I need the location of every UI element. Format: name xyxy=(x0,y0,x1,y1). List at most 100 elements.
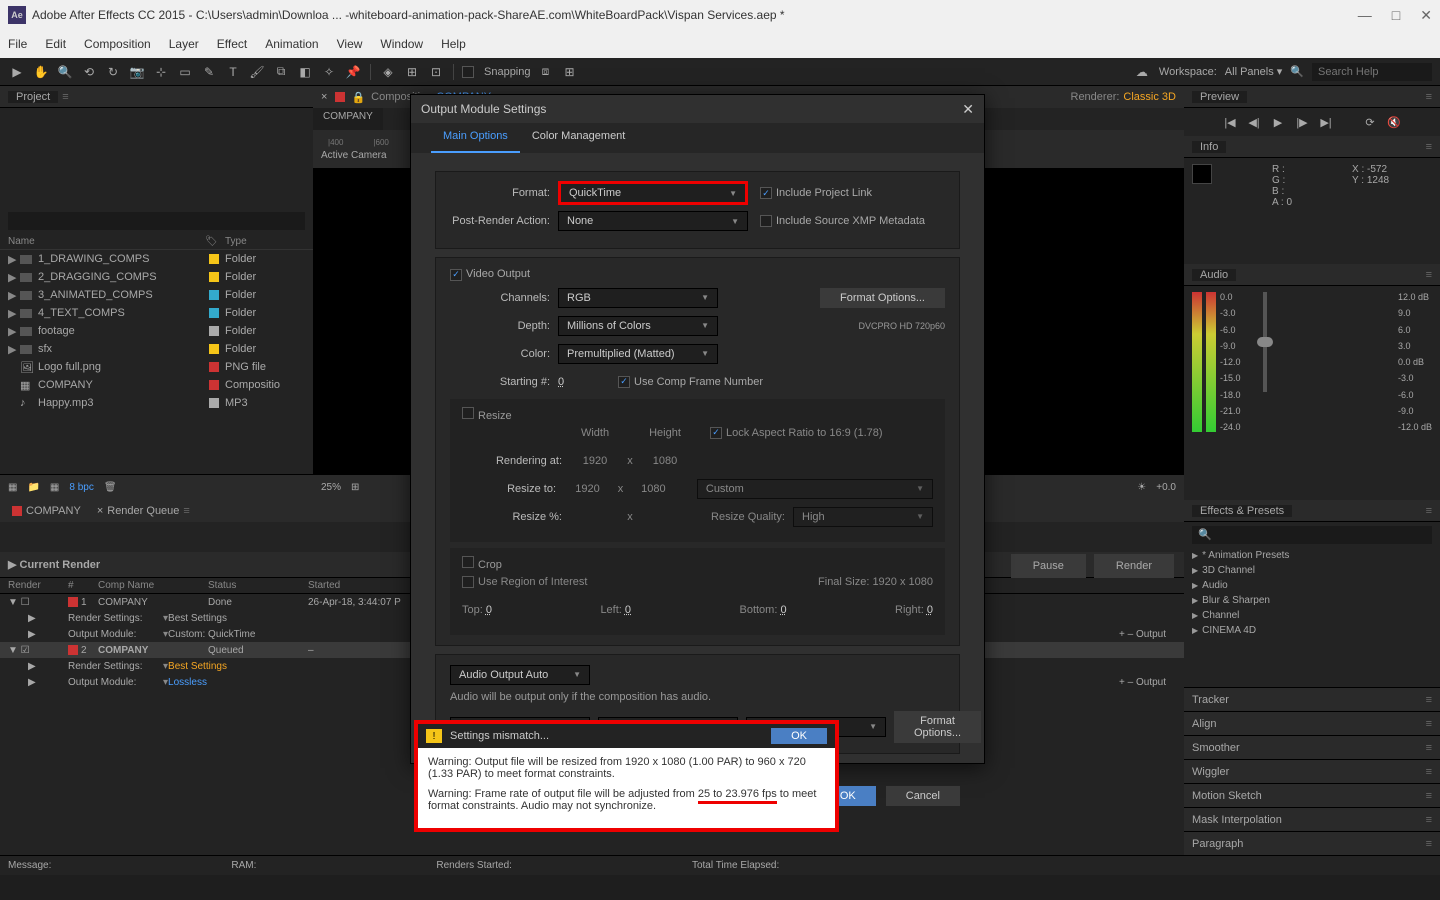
timeline-tab-company[interactable]: COMPANY xyxy=(4,502,89,520)
workspace-dropdown[interactable]: All Panels ▾ xyxy=(1225,65,1283,78)
list-item[interactable]: ▶2_DRAGGING_COMPSFolder xyxy=(0,268,313,286)
format-dropdown[interactable]: QuickTime▼ xyxy=(558,181,748,205)
lock-aspect-checkbox[interactable] xyxy=(710,427,722,439)
resize-quality-dropdown[interactable]: High▼ xyxy=(793,507,933,527)
eraser-tool-icon[interactable]: ◧ xyxy=(296,63,314,81)
col-started[interactable]: Started xyxy=(308,580,408,591)
menu-composition[interactable]: Composition xyxy=(84,37,151,51)
align-panel[interactable]: Align≡ xyxy=(1184,711,1440,735)
menu-layer[interactable]: Layer xyxy=(169,37,199,51)
menu-effect[interactable]: Effect xyxy=(217,37,247,51)
new-folder-icon[interactable]: 📁 xyxy=(27,482,39,493)
motion-sketch-panel[interactable]: Motion Sketch≡ xyxy=(1184,783,1440,807)
delete-icon[interactable]: 🗑 xyxy=(104,482,117,493)
channels-dropdown[interactable]: RGB▼ xyxy=(558,288,718,308)
exposure-value[interactable]: +0.0 xyxy=(1156,482,1176,493)
renderer-value[interactable]: Classic 3D xyxy=(1123,91,1176,103)
warning-ok-button[interactable]: OK xyxy=(771,728,827,744)
col-status[interactable]: Status xyxy=(208,580,308,591)
audio-output-dropdown[interactable]: Audio Output Auto▼ xyxy=(450,665,590,685)
search-help-input[interactable] xyxy=(1312,63,1432,81)
audio-slider[interactable] xyxy=(1263,292,1267,392)
view-axis-icon[interactable]: ⊡ xyxy=(427,63,445,81)
minimize-button[interactable]: — xyxy=(1358,7,1372,24)
first-frame-icon[interactable]: |◀ xyxy=(1221,114,1239,130)
cancel-button[interactable]: Cancel xyxy=(886,786,960,806)
orbit-tool-icon[interactable]: ⟲ xyxy=(80,63,98,81)
menu-file[interactable]: File xyxy=(8,37,27,51)
menu-edit[interactable]: Edit xyxy=(45,37,66,51)
include-link-checkbox[interactable] xyxy=(760,187,772,199)
list-item[interactable]: ▶1_DRAWING_COMPSFolder xyxy=(0,250,313,268)
maximize-button[interactable]: □ xyxy=(1392,7,1400,24)
list-item[interactable]: ▶3_ANIMATED_COMPSFolder xyxy=(0,286,313,304)
close-button[interactable]: ✕ xyxy=(1420,7,1432,24)
adobe-sync-icon[interactable]: ☁ xyxy=(1133,63,1151,81)
audio-tab[interactable]: Audio xyxy=(1192,269,1236,281)
col-render[interactable]: Render xyxy=(8,580,68,591)
new-comp-icon[interactable]: ▦ xyxy=(50,482,59,493)
effects-search-input[interactable] xyxy=(1192,526,1432,544)
list-item[interactable]: 🖼Logo full.pngPNG file xyxy=(0,358,313,376)
info-tab[interactable]: Info xyxy=(1192,141,1226,153)
last-frame-icon[interactable]: ▶| xyxy=(1317,114,1335,130)
snap-grid-icon[interactable]: ⊞ xyxy=(561,63,579,81)
col-comp-name[interactable]: Comp Name xyxy=(98,580,208,591)
color-dropdown[interactable]: Premultiplied (Matted)▼ xyxy=(558,344,718,364)
paragraph-panel[interactable]: Paragraph≡ xyxy=(1184,831,1440,855)
tab-color-management[interactable]: Color Management xyxy=(520,123,638,153)
prev-frame-icon[interactable]: ◀| xyxy=(1245,114,1263,130)
tracker-panel[interactable]: Tracker≡ xyxy=(1184,687,1440,711)
list-item[interactable]: ♪Happy.mp3MP3 xyxy=(0,394,313,412)
clone-tool-icon[interactable]: ⧉ xyxy=(272,63,290,81)
mask-interpolation-panel[interactable]: Mask Interpolation≡ xyxy=(1184,807,1440,831)
effects-item[interactable]: Audio xyxy=(1184,578,1440,593)
effects-item[interactable]: * Animation Presets xyxy=(1184,548,1440,563)
timeline-tab-render-queue[interactable]: ×Render Queue≡ xyxy=(89,502,198,520)
list-item[interactable]: ▦COMPANYCompositio xyxy=(0,376,313,394)
camera-tool-icon[interactable]: 📷 xyxy=(128,63,146,81)
crop-checkbox[interactable] xyxy=(462,556,474,568)
next-frame-icon[interactable]: |▶ xyxy=(1293,114,1311,130)
roto-tool-icon[interactable]: ✧ xyxy=(320,63,338,81)
mute-icon[interactable]: 🔇 xyxy=(1385,114,1403,130)
col-type-header[interactable]: Type xyxy=(225,236,305,247)
selection-tool-icon[interactable]: ▶ xyxy=(8,63,26,81)
effects-item[interactable]: CINEMA 4D xyxy=(1184,623,1440,638)
project-tab[interactable]: Project xyxy=(8,91,58,103)
resize-preset-dropdown[interactable]: Custom▼ xyxy=(697,479,933,499)
local-axis-icon[interactable]: ◈ xyxy=(379,63,397,81)
project-search-input[interactable] xyxy=(8,212,305,230)
list-item[interactable]: ▶4_TEXT_COMPSFolder xyxy=(0,304,313,322)
menu-view[interactable]: View xyxy=(337,37,363,51)
col-name-header[interactable]: Name xyxy=(8,236,205,247)
hand-tool-icon[interactable]: ✋ xyxy=(32,63,50,81)
list-item[interactable]: ▶footageFolder xyxy=(0,322,313,340)
loop-icon[interactable]: ⟳ xyxy=(1361,114,1379,130)
bpc-button[interactable]: 8 bpc xyxy=(69,482,93,493)
smoother-panel[interactable]: Smoother≡ xyxy=(1184,735,1440,759)
effects-item[interactable]: 3D Channel xyxy=(1184,563,1440,578)
resize-checkbox[interactable] xyxy=(462,407,474,419)
starting-value[interactable]: 0 xyxy=(558,376,598,388)
format-options-button[interactable]: Format Options... xyxy=(820,288,945,308)
exposure-icon[interactable]: ☀ xyxy=(1137,482,1146,493)
menu-help[interactable]: Help xyxy=(441,37,466,51)
menu-window[interactable]: Window xyxy=(380,37,423,51)
audio-format-options-button[interactable]: Format Options... xyxy=(894,711,981,743)
col-num[interactable]: # xyxy=(68,580,98,591)
use-roi-checkbox[interactable] xyxy=(462,576,474,588)
effects-item[interactable]: Channel xyxy=(1184,608,1440,623)
lock-icon[interactable]: 🔒 xyxy=(351,91,365,104)
dialog-close-icon[interactable]: ✕ xyxy=(962,101,974,118)
pause-button[interactable]: Pause xyxy=(1011,554,1086,578)
video-output-checkbox[interactable] xyxy=(450,269,462,281)
depth-dropdown[interactable]: Millions of Colors▼ xyxy=(558,316,718,336)
include-xmp-checkbox[interactable] xyxy=(760,215,772,227)
effects-item[interactable]: Blur & Sharpen xyxy=(1184,593,1440,608)
list-item[interactable]: ▶sfxFolder xyxy=(0,340,313,358)
zoom-tool-icon[interactable]: 🔍 xyxy=(56,63,74,81)
wiggler-panel[interactable]: Wiggler≡ xyxy=(1184,759,1440,783)
render-button[interactable]: Render xyxy=(1094,554,1174,578)
snapping-checkbox[interactable] xyxy=(462,66,474,78)
